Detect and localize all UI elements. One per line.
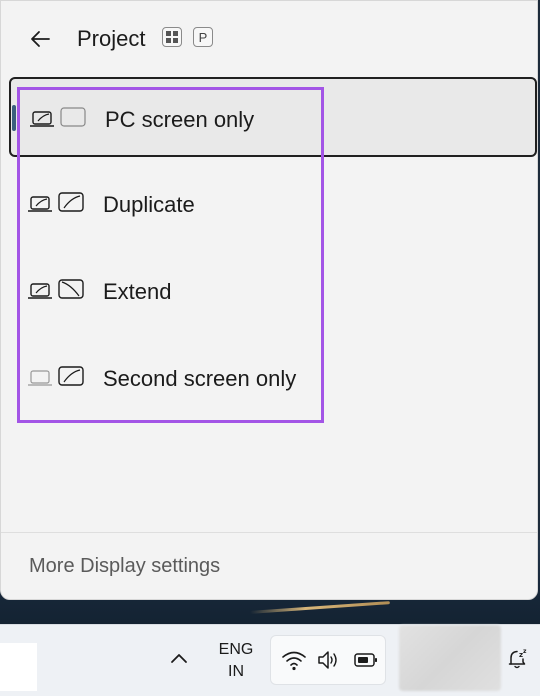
clock-area[interactable] <box>399 625 501 691</box>
selection-indicator <box>12 105 16 131</box>
page-title: Project <box>77 26 146 51</box>
svg-text:z: z <box>523 648 527 655</box>
option-pc-screen-only[interactable]: PC screen only <box>9 77 537 157</box>
volume-icon <box>318 651 337 669</box>
language-indicator[interactable]: ENG IN <box>212 639 260 683</box>
duplicate-icon <box>28 192 84 212</box>
footer-divider <box>1 532 537 533</box>
p-key-badge: P <box>193 27 213 47</box>
battery-icon <box>354 653 377 667</box>
windows-key-icon <box>162 27 182 47</box>
option-second-screen-only[interactable]: Second screen only <box>9 338 537 418</box>
pc-screen-only-icon <box>30 107 86 127</box>
option-duplicate[interactable]: Duplicate <box>9 164 537 244</box>
more-display-settings-link[interactable]: More Display settings <box>29 555 220 578</box>
extend-icon <box>28 279 84 299</box>
option-label: Extend <box>103 279 172 304</box>
back-arrow-icon <box>31 31 50 47</box>
taskbar-app-area <box>0 643 37 691</box>
chevron-up-icon[interactable] <box>167 647 191 671</box>
second-screen-only-icon <box>28 366 84 386</box>
system-tray-group[interactable] <box>270 635 386 685</box>
language-code: ENG <box>218 641 254 658</box>
back-button[interactable] <box>25 25 55 53</box>
wifi-icon <box>282 651 306 671</box>
panel-header: Project P <box>1 1 537 77</box>
taskbar: ENG IN z z <box>0 624 540 696</box>
notification-bell-icon[interactable]: z z <box>506 647 530 671</box>
project-panel: Project P PC screen only Duplicate Exten… <box>0 0 538 600</box>
wallpaper-streak <box>250 601 390 614</box>
option-extend[interactable]: Extend <box>9 251 537 331</box>
region-code: IN <box>228 663 244 680</box>
option-label: PC screen only <box>105 107 255 132</box>
option-label: Second screen only <box>103 366 297 391</box>
option-label: Duplicate <box>103 192 195 217</box>
